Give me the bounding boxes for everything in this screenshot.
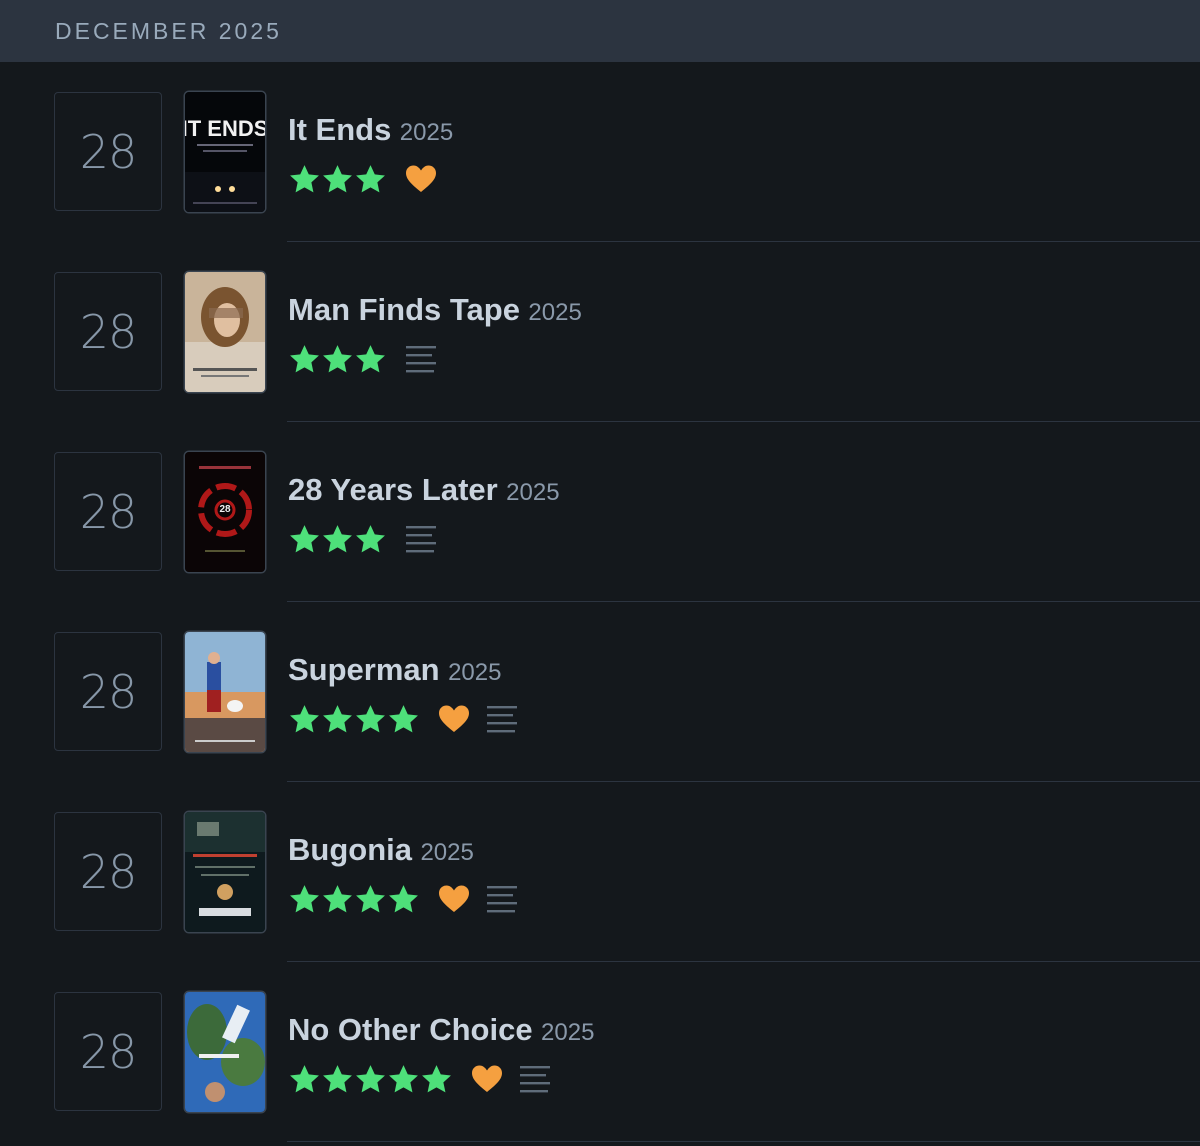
- svg-text:IT ENDS: IT ENDS: [185, 116, 265, 141]
- film-poster[interactable]: [185, 632, 265, 752]
- poster-bugonia-icon: [185, 812, 265, 932]
- star-icon: [290, 524, 319, 552]
- film-poster[interactable]: IT ENDS: [185, 92, 265, 212]
- film-poster[interactable]: [185, 812, 265, 932]
- day-box[interactable]: 28: [54, 92, 162, 211]
- day-number: 28: [79, 1024, 138, 1079]
- heart-icon: [472, 1065, 502, 1092]
- diary-entry: 28 28 28 Years Later 2025: [0, 422, 1200, 602]
- heart-icon: [439, 705, 469, 732]
- diary-list: 28 IT ENDS It Ends 2025 28 Man Finds Tap…: [0, 62, 1200, 1142]
- diary-entry: 28 IT ENDS It Ends 2025: [0, 62, 1200, 242]
- star-icon: [323, 344, 352, 372]
- film-poster[interactable]: 28: [185, 452, 265, 572]
- film-year[interactable]: 2025: [420, 839, 473, 866]
- poster-man-finds-tape-icon: [185, 272, 265, 392]
- film-info: It Ends 2025: [288, 112, 453, 196]
- film-year[interactable]: 2025: [541, 1019, 594, 1046]
- day-box[interactable]: 28: [54, 272, 162, 391]
- star-icon: [323, 1064, 352, 1092]
- star-rating: [288, 703, 420, 736]
- film-poster[interactable]: [185, 272, 265, 392]
- entry-meta: [288, 162, 453, 196]
- divider: [287, 1140, 1200, 1142]
- film-title[interactable]: 28 Years Later: [288, 472, 498, 507]
- star-icon: [323, 704, 352, 732]
- diary-entry: 28 No Other Choice 2025: [0, 962, 1200, 1142]
- review-text-icon[interactable]: [405, 525, 437, 553]
- star-icon: [290, 344, 319, 372]
- film-year[interactable]: 2025: [400, 119, 453, 146]
- day-number: 28: [79, 124, 138, 179]
- day-box[interactable]: 28: [54, 812, 162, 931]
- poster-it-ends-icon: IT ENDS: [185, 92, 265, 212]
- film-info: No Other Choice 2025: [288, 1012, 594, 1096]
- star-rating: [288, 883, 420, 916]
- star-rating: [288, 343, 387, 376]
- star-icon: [290, 884, 319, 912]
- film-info: 28 Years Later 2025: [288, 472, 560, 556]
- day-number: 28: [79, 304, 138, 359]
- star-icon: [356, 884, 385, 912]
- film-poster[interactable]: [185, 992, 265, 1112]
- heart-icon: [439, 885, 469, 912]
- star-icon: [356, 344, 385, 372]
- film-year[interactable]: 2025: [506, 479, 559, 506]
- film-year[interactable]: 2025: [448, 659, 501, 686]
- star-icon: [356, 1064, 385, 1092]
- entry-meta: [288, 1062, 594, 1096]
- film-title[interactable]: Superman: [288, 652, 440, 687]
- day-number: 28: [79, 664, 138, 719]
- film-title[interactable]: Man Finds Tape: [288, 292, 520, 327]
- star-icon: [356, 704, 385, 732]
- svg-text:28: 28: [219, 504, 231, 515]
- film-title[interactable]: Bugonia: [288, 832, 412, 867]
- entry-meta: [288, 882, 518, 916]
- star-icon: [290, 164, 319, 192]
- star-icon: [389, 704, 418, 732]
- film-info: Bugonia 2025: [288, 832, 518, 916]
- diary-entry: 28 Superman 2025: [0, 602, 1200, 782]
- star-icon: [422, 1064, 451, 1092]
- star-icon: [290, 704, 319, 732]
- star-icon: [323, 524, 352, 552]
- film-title[interactable]: No Other Choice: [288, 1012, 533, 1047]
- review-text-icon[interactable]: [486, 885, 518, 913]
- film-info: Man Finds Tape 2025: [288, 292, 582, 376]
- star-rating: [288, 163, 387, 196]
- film-title[interactable]: It Ends: [288, 112, 391, 147]
- day-box[interactable]: 28: [54, 992, 162, 1111]
- diary-entry: 28 Bugonia 2025: [0, 782, 1200, 962]
- day-box[interactable]: 28: [54, 632, 162, 751]
- star-icon: [389, 1064, 418, 1092]
- month-label: DECEMBER 2025: [55, 17, 282, 44]
- month-header: DECEMBER 2025: [0, 0, 1200, 62]
- day-box[interactable]: 28: [54, 452, 162, 571]
- star-icon: [323, 884, 352, 912]
- review-text-icon[interactable]: [519, 1065, 551, 1093]
- poster-superman-icon: [185, 632, 265, 752]
- star-icon: [356, 164, 385, 192]
- heart-icon: [406, 165, 436, 192]
- star-icon: [356, 524, 385, 552]
- entry-meta: [288, 702, 518, 736]
- entry-meta: [288, 342, 582, 376]
- star-icon: [389, 884, 418, 912]
- diary-entry: 28 Man Finds Tape 2025: [0, 242, 1200, 422]
- day-number: 28: [79, 484, 138, 539]
- poster-no-other-choice-icon: [185, 992, 265, 1112]
- star-rating: [288, 1063, 453, 1096]
- review-text-icon[interactable]: [405, 345, 437, 373]
- star-rating: [288, 523, 387, 556]
- poster-28-years-later-icon: 28: [185, 452, 265, 572]
- film-info: Superman 2025: [288, 652, 518, 736]
- review-text-icon[interactable]: [486, 705, 518, 733]
- day-number: 28: [79, 844, 138, 899]
- entry-meta: [288, 522, 560, 556]
- star-icon: [323, 164, 352, 192]
- star-icon: [290, 1064, 319, 1092]
- film-year[interactable]: 2025: [528, 299, 581, 326]
